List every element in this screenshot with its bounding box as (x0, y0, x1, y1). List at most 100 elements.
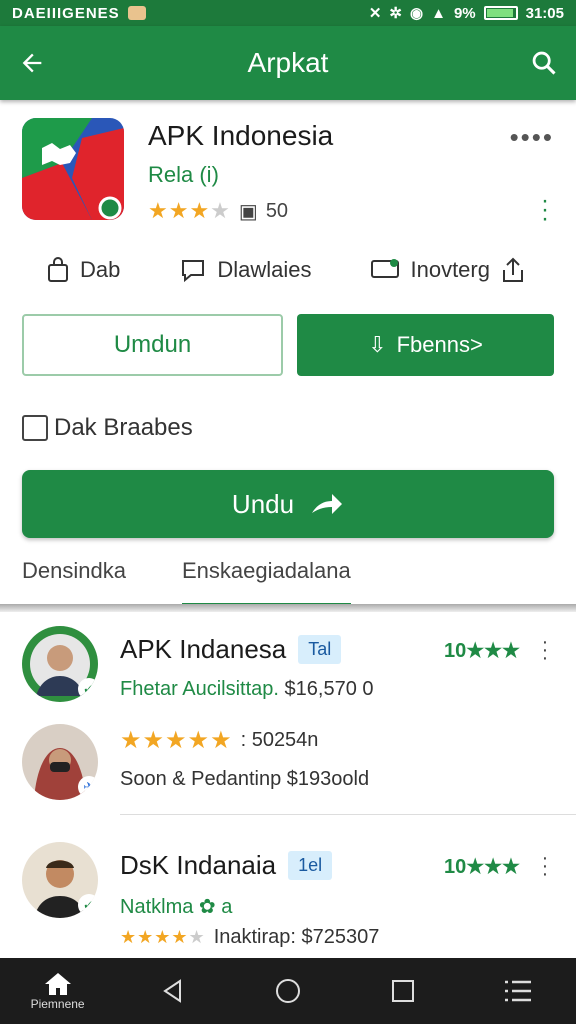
rating-text: : 50254n (240, 729, 319, 751)
battery-icon (483, 6, 518, 20)
list-item[interactable]: ✈ ★★★★★ : 50254n Soon & Pedantinp $193oo… (0, 716, 576, 814)
action-label: Dlawlaies (217, 257, 312, 282)
app-logo-image (22, 118, 124, 220)
download-outline-button[interactable]: Umdun (22, 314, 283, 376)
main-download-button[interactable]: Undu (22, 470, 554, 538)
more-vertical-icon[interactable]: · · · (540, 632, 550, 668)
more-vertical-icon[interactable]: · · · (540, 848, 550, 884)
rating-text: Inaktirap: $725307 (213, 926, 380, 948)
home-icon (44, 973, 71, 995)
tab-bar: Densindka Enskaegiadalana (22, 558, 554, 606)
app-list: ✔ APK Indanesa Tal 10★★★ · · · Fhetar Auci… (0, 618, 576, 972)
rating-count: 50 (265, 199, 289, 222)
avatar: ✈ (22, 724, 98, 800)
item-subtitle: Fhetar Aucilsittap. $16,570 0 (120, 678, 374, 701)
rating-stars: ★★★★ (148, 198, 231, 223)
more-horizontal-icon[interactable]: •••• (510, 122, 554, 153)
app-icon[interactable] (22, 118, 124, 220)
status-bar: DAEIIIGENES ✕ ✲ ◉ ▲ 9% 31:05 (0, 0, 576, 26)
nav-home[interactable]: Piemnene (18, 958, 98, 1024)
verified-badge-icon: ✔ (78, 678, 98, 700)
back-triangle-icon (162, 979, 181, 1003)
menu-icon (505, 980, 532, 1002)
message-icon (371, 259, 400, 278)
app-bar: Arpkat (0, 26, 576, 100)
nav-menu[interactable] (478, 958, 558, 1024)
app-header: APK Indonesia Rela (i) ★★★★ ▣ 50 •••• · ·… (22, 118, 554, 231)
arrow-left-icon (22, 53, 42, 73)
item-title: DsK Indanaia (120, 850, 277, 880)
app-title: APK Indonesia (148, 120, 334, 151)
status-time: 31:05 (525, 4, 564, 22)
item-rating: ★★★★★ Inaktirap: $725307 (120, 926, 379, 949)
rating-stars: ★★★★★ (120, 927, 206, 947)
tab-first[interactable]: Densindka (22, 558, 126, 606)
action-label: Dab (80, 257, 121, 282)
nfc-icon: ✲ (389, 5, 402, 22)
download-icon: ⇩ (368, 332, 387, 357)
button-row: Umdun ⇩ Fbenns> (22, 314, 554, 376)
item-rating: ★★★★★ : 50254n (120, 726, 318, 755)
reviews-icon: ▣ (238, 200, 258, 223)
mute-icon: ✕ (368, 5, 382, 22)
arrow-right-icon (312, 494, 343, 514)
tab-second[interactable]: Enskaegiadalana (181, 558, 351, 606)
app-rating: ★★★★ ▣ 50 (148, 198, 288, 224)
list-separator (120, 814, 576, 815)
action-row: Dab Dlawlaies Inovterg (46, 250, 526, 290)
circle-icon (275, 979, 300, 1003)
verified-badge-icon: ✈ (78, 776, 98, 798)
square-icon (392, 980, 415, 1002)
nav-recents[interactable] (363, 958, 443, 1024)
checkbox[interactable] (22, 415, 48, 441)
badge-icon: ✿ (198, 896, 216, 918)
action-label: Inovterg (410, 257, 490, 282)
filled-button[interactable]: ⇩ Fbenns> (297, 314, 554, 376)
filled-button-label: Fbenns> (396, 332, 483, 357)
avatar: ✔ (22, 842, 98, 918)
avatar: ✔ (22, 626, 98, 702)
chat-icon (182, 260, 205, 283)
item-subtitle-extra: a (221, 896, 233, 918)
action-message[interactable]: Inovterg (370, 256, 526, 284)
main-button-label: Undu (231, 488, 295, 519)
wifi-icon: ◉ (409, 5, 424, 22)
battery-percent: 9% (453, 4, 476, 22)
list-item-title: DsK Indanaia 1el (120, 850, 333, 881)
item-subtitle: Natklma ✿ a (120, 894, 232, 919)
back-button[interactable] (0, 31, 64, 95)
item-chip: Tal (298, 635, 342, 664)
page-title: Arpkat (247, 47, 329, 78)
action-chat[interactable]: Dlawlaies (179, 257, 312, 283)
signal-icon: ▲ (431, 4, 446, 22)
verified-badge-icon: ✔ (78, 894, 98, 916)
search-button[interactable] (512, 31, 576, 95)
nav-home-label: Piemnene (30, 997, 85, 1011)
more-vertical-icon[interactable]: · · · (540, 189, 550, 231)
bag-icon (48, 257, 68, 282)
item-score: 10★★★ (443, 640, 520, 662)
item-score: 10★★★ (443, 856, 520, 878)
checkbox-row[interactable]: Dak Braabes (22, 414, 193, 442)
status-left-text: DAEIIIGENES (12, 4, 120, 22)
section-divider (0, 604, 576, 612)
developer-link[interactable]: Rela (i) (148, 162, 219, 188)
list-item[interactable]: ✔ DsK Indanaia 1el 10★★★ · · · Natklma ✿ a (0, 834, 576, 932)
item-subtitle-text: Fhetar Aucilsittap. (120, 678, 279, 700)
item-subtitle-text: Natklma (120, 896, 194, 918)
item-price: $16,570 0 (284, 678, 374, 700)
notification-icon (127, 6, 146, 20)
share-icon[interactable] (500, 256, 526, 284)
list-item-title: APK Indanesa Tal (120, 634, 342, 665)
rating-stars: ★★★★★ (120, 727, 233, 754)
search-icon (532, 51, 556, 75)
navigation-bar: Piemnene (0, 958, 576, 1024)
list-item[interactable]: ✔ APK Indanesa Tal 10★★★ · · · Fhetar Auci… (0, 618, 576, 716)
item-chip: 1el (288, 851, 333, 880)
item-detail: Soon & Pedantinp $193oold (120, 768, 370, 790)
action-bag[interactable]: Dab (46, 257, 120, 283)
nav-back[interactable] (133, 958, 213, 1024)
nav-home-circle[interactable] (248, 958, 328, 1024)
checkbox-label: Dak Braabes (54, 414, 193, 441)
item-title: APK Indanesa (120, 634, 287, 664)
